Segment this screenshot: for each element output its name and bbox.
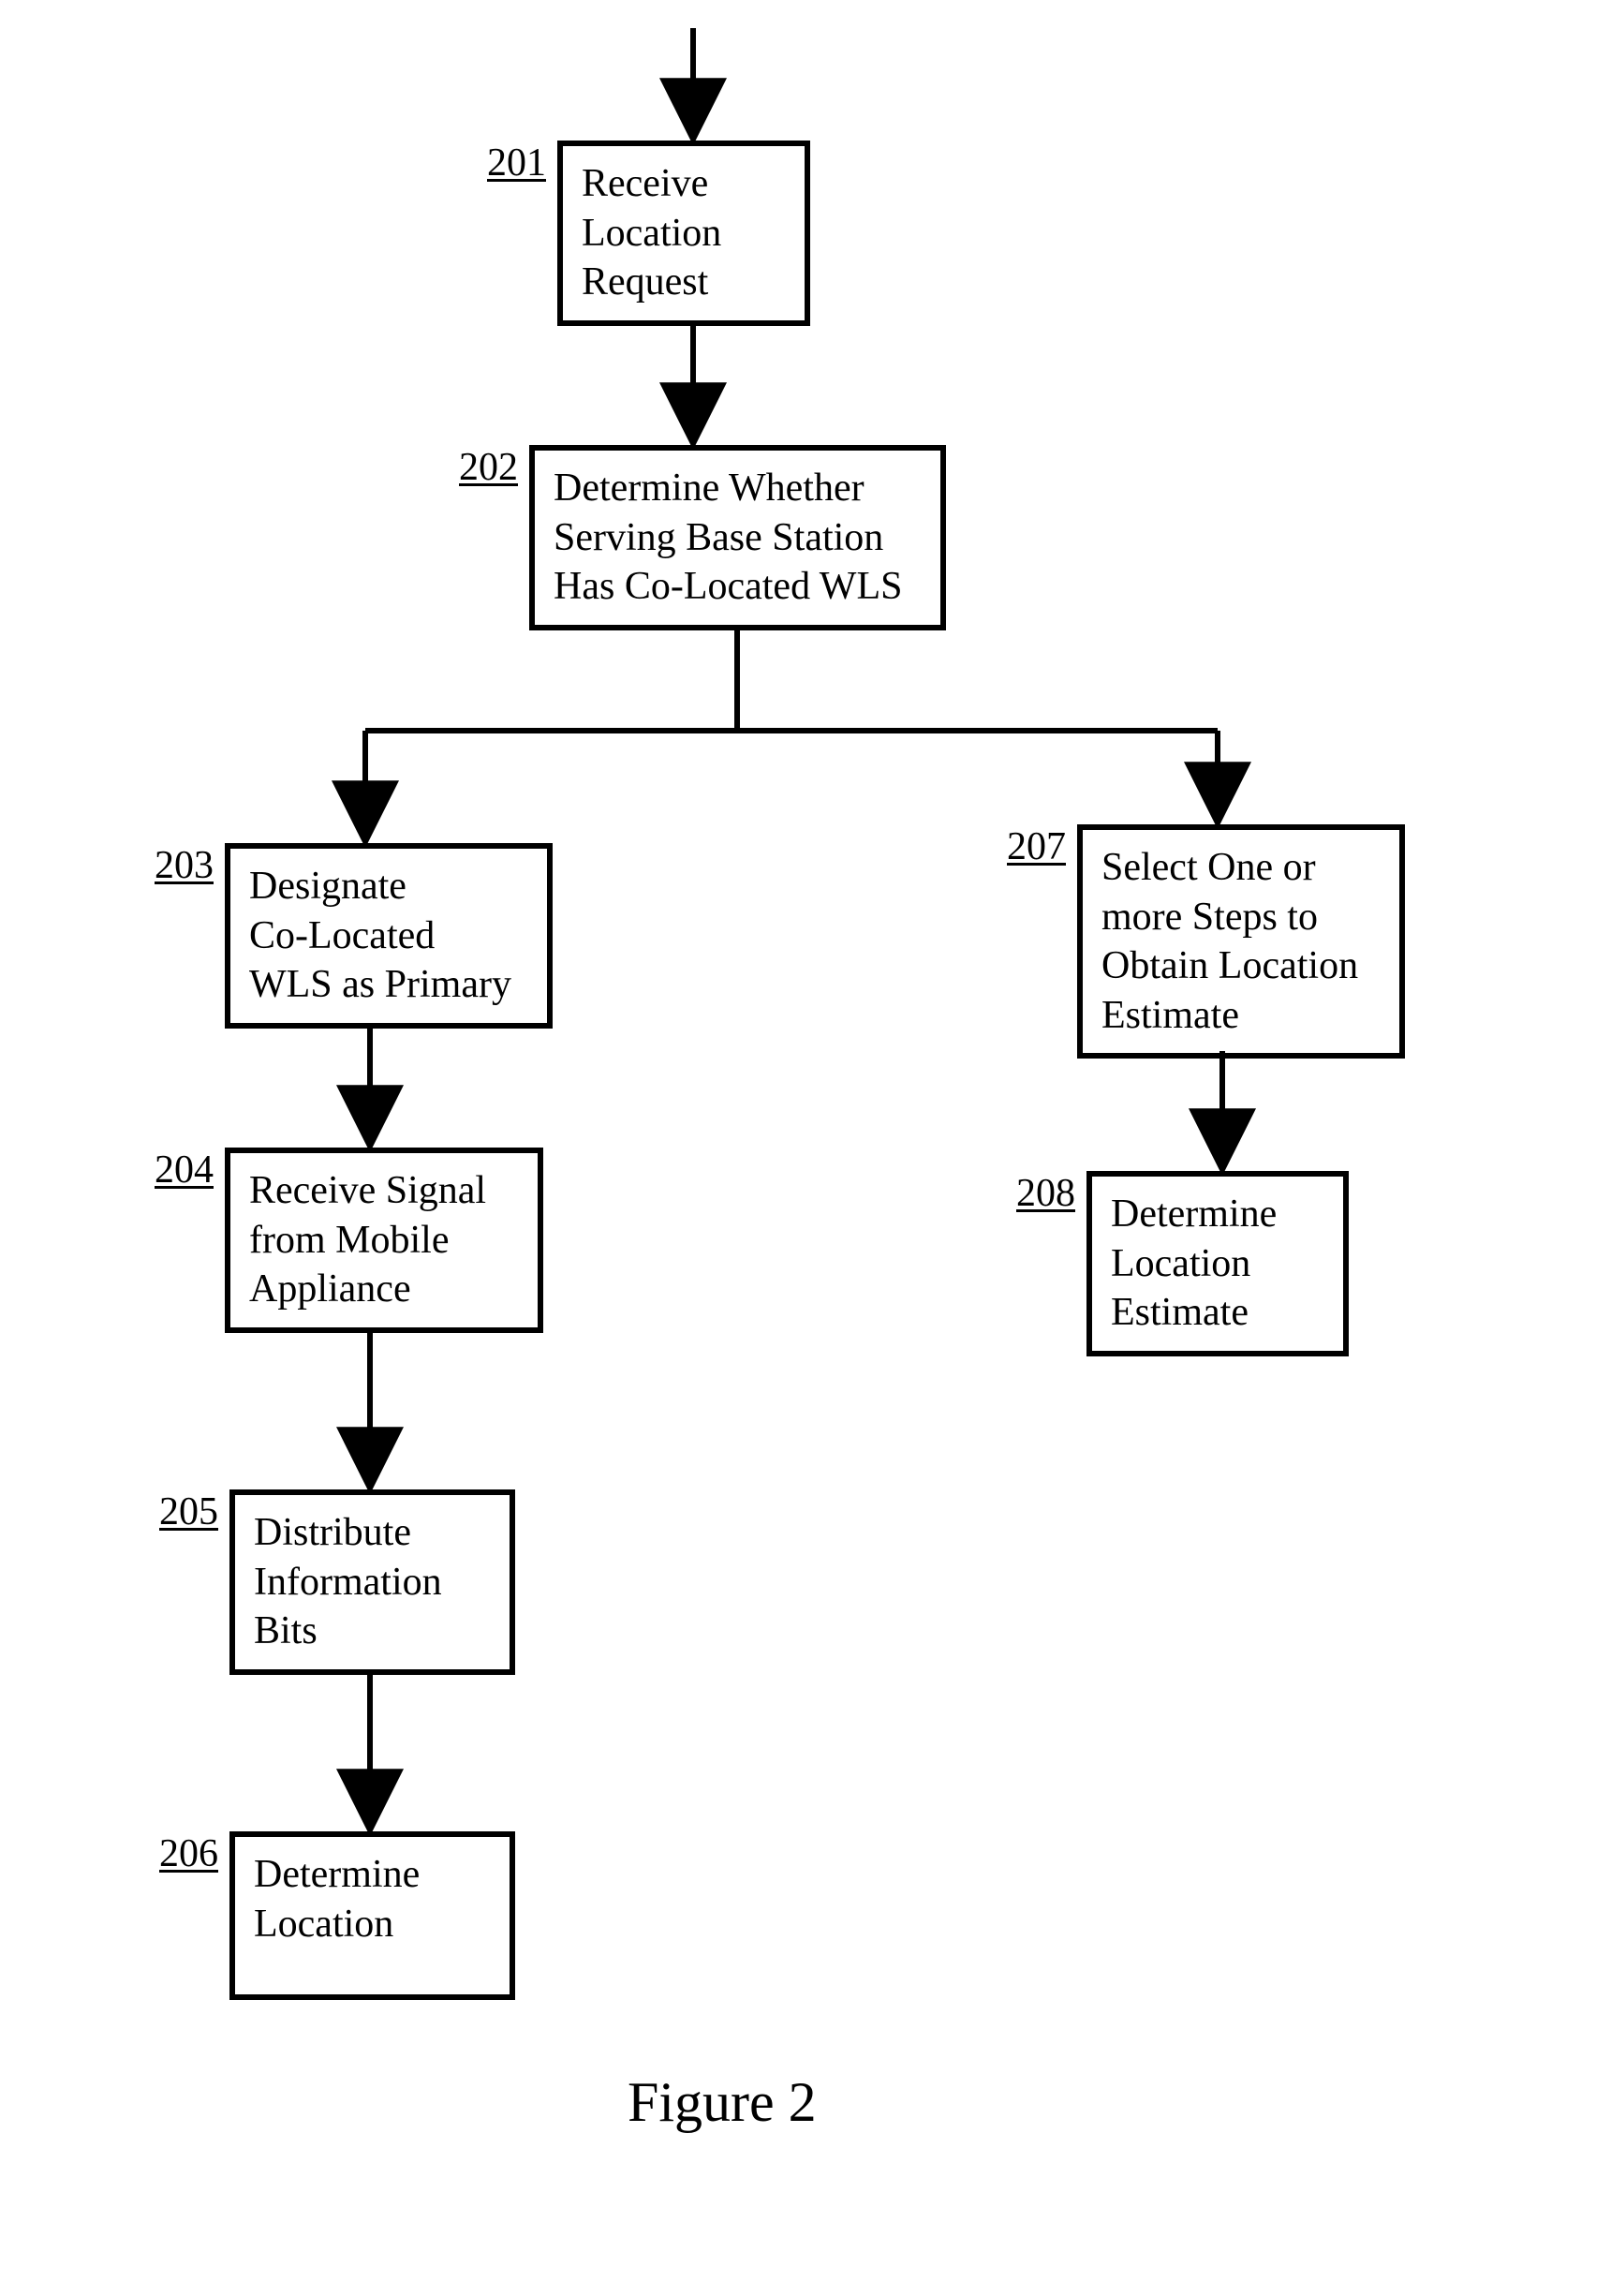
flowchart-connectors [0, 0, 1611, 2296]
